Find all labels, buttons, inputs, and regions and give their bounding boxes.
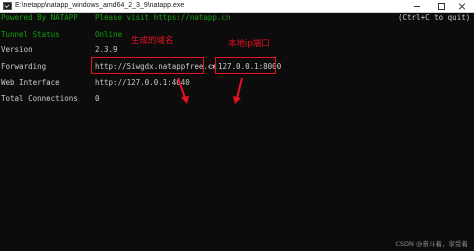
watermark-text: CSDN @奋斗着，享受着 [395, 240, 468, 248]
quit-hint: (Ctrl+C to quit) [398, 13, 471, 22]
forwarding-label: Forwarding [1, 62, 47, 71]
terminal-window: E:\netapp\natapp_windows_amd64_2_3_9\nat… [0, 0, 474, 251]
console-app-icon [3, 2, 12, 10]
total-connections-value: 0 [95, 94, 100, 103]
close-button[interactable] [450, 0, 474, 12]
version-label: Version [1, 45, 33, 54]
domain-highlight-box [91, 57, 204, 74]
visit-text: Please visit https://natapp.cn [95, 13, 231, 22]
port-annotation-label: 本地ip端口 [228, 39, 270, 49]
tunnel-status-value: Online [95, 30, 123, 39]
minimize-button[interactable] [405, 0, 429, 12]
window-title: E:\netapp\natapp_windows_amd64_2_3_9\nat… [15, 2, 185, 9]
powered-by-text: Powered By NATAPP [1, 13, 78, 22]
domain-annotation-label: 生成的域名 [131, 36, 174, 46]
port-highlight-box [215, 57, 276, 74]
total-connections-label: Total Connections [1, 94, 78, 103]
tunnel-status-label: Tunnel Status [1, 30, 60, 39]
version-value: 2.3.9 [95, 45, 118, 54]
port-arrow-icon [233, 77, 243, 104]
domain-arrow-icon [177, 77, 189, 104]
web-interface-label: Web Interface [1, 78, 60, 87]
